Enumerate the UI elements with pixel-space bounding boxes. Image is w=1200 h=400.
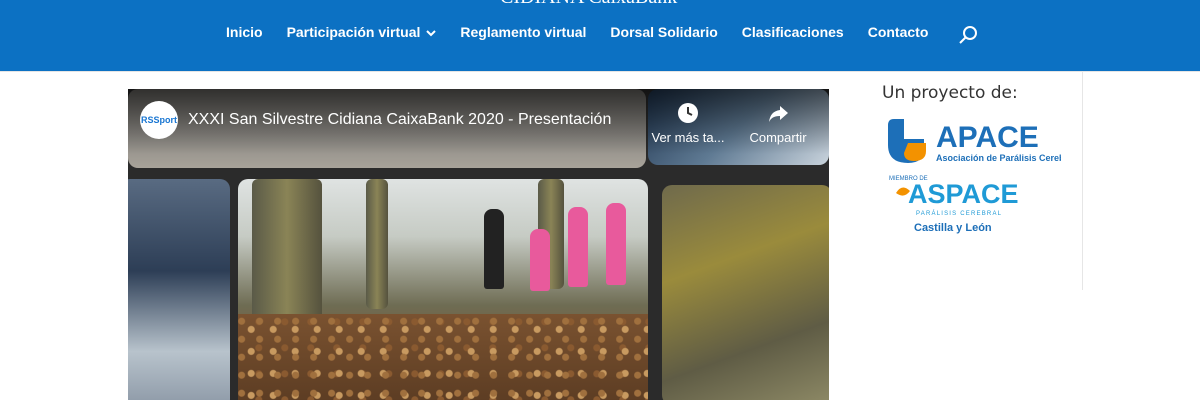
site-logo-text[interactable]: CIDIANA CaixaBank bbox=[500, 0, 677, 9]
sidebar-title: Un proyecto de: bbox=[882, 83, 1018, 103]
runner bbox=[606, 203, 626, 285]
sidebar-divider bbox=[1082, 71, 1083, 290]
nav-label: Dorsal Solidario bbox=[610, 24, 718, 40]
watch-later-button[interactable]: Ver más ta... bbox=[648, 102, 728, 145]
aspace-name: ASPACE bbox=[908, 179, 1019, 209]
video-title[interactable]: XXXI San Silvestre Cidiana CaixaBank 202… bbox=[188, 111, 611, 129]
runner bbox=[530, 229, 550, 291]
share-label: Compartir bbox=[749, 130, 807, 145]
region-label: Castilla y León bbox=[914, 222, 992, 234]
nav-label: Clasificaciones bbox=[741, 24, 844, 40]
nav-label: Participación virtual bbox=[286, 24, 421, 40]
nav-item-reglamento-virtual[interactable]: Reglamento virtual bbox=[460, 24, 586, 40]
nav-item-clasificaciones[interactable]: Clasificaciones bbox=[742, 24, 844, 40]
main-nav: Inicio Participación virtual Reglamento … bbox=[226, 24, 952, 40]
nav-label: Inicio bbox=[226, 24, 263, 40]
share-button[interactable]: Compartir bbox=[738, 102, 818, 145]
leaf-ground bbox=[238, 314, 648, 400]
runner bbox=[568, 207, 588, 287]
aspace-subtitle: PARÁLISIS CEREBRAL bbox=[916, 210, 1002, 217]
apace-subtitle: Asociación de Parálisis Cerebral bbox=[936, 153, 1061, 163]
share-icon bbox=[769, 106, 788, 122]
nav-label: Contacto bbox=[867, 24, 929, 40]
nav-label: Reglamento virtual bbox=[460, 24, 587, 40]
apace-name: APACE bbox=[936, 121, 1039, 154]
clock-icon bbox=[678, 103, 698, 123]
video-thumbnail-tile bbox=[128, 179, 230, 400]
nav-item-inicio[interactable]: Inicio bbox=[226, 24, 263, 40]
chevron-down-icon bbox=[426, 24, 437, 40]
search-icon[interactable] bbox=[958, 24, 980, 46]
channel-avatar[interactable]: RSSport bbox=[140, 101, 178, 139]
nav-item-participacion-virtual[interactable]: Participación virtual bbox=[287, 24, 437, 40]
apace-logo-svg: APACE Asociación de Parálisis Cerebral M… bbox=[888, 119, 1076, 234]
tree-trunk bbox=[366, 179, 388, 309]
video-main-frame bbox=[238, 179, 648, 400]
nav-item-dorsal-solidario[interactable]: Dorsal Solidario bbox=[610, 24, 717, 40]
video-player[interactable]: RSSport XXXI San Silvestre Cidiana Caixa… bbox=[128, 89, 829, 400]
sidebar: Un proyecto de: bbox=[882, 83, 1082, 103]
video-thumbnail-tile bbox=[662, 185, 829, 400]
nav-item-contacto[interactable]: Contacto bbox=[868, 24, 929, 40]
apace-aspace-logo[interactable]: APACE Asociación de Parálisis Cerebral M… bbox=[886, 117, 1076, 242]
runner bbox=[484, 209, 504, 289]
site-header: CIDIANA CaixaBank Inicio Participación v… bbox=[0, 0, 1200, 71]
watch-later-label: Ver más ta... bbox=[651, 130, 725, 145]
